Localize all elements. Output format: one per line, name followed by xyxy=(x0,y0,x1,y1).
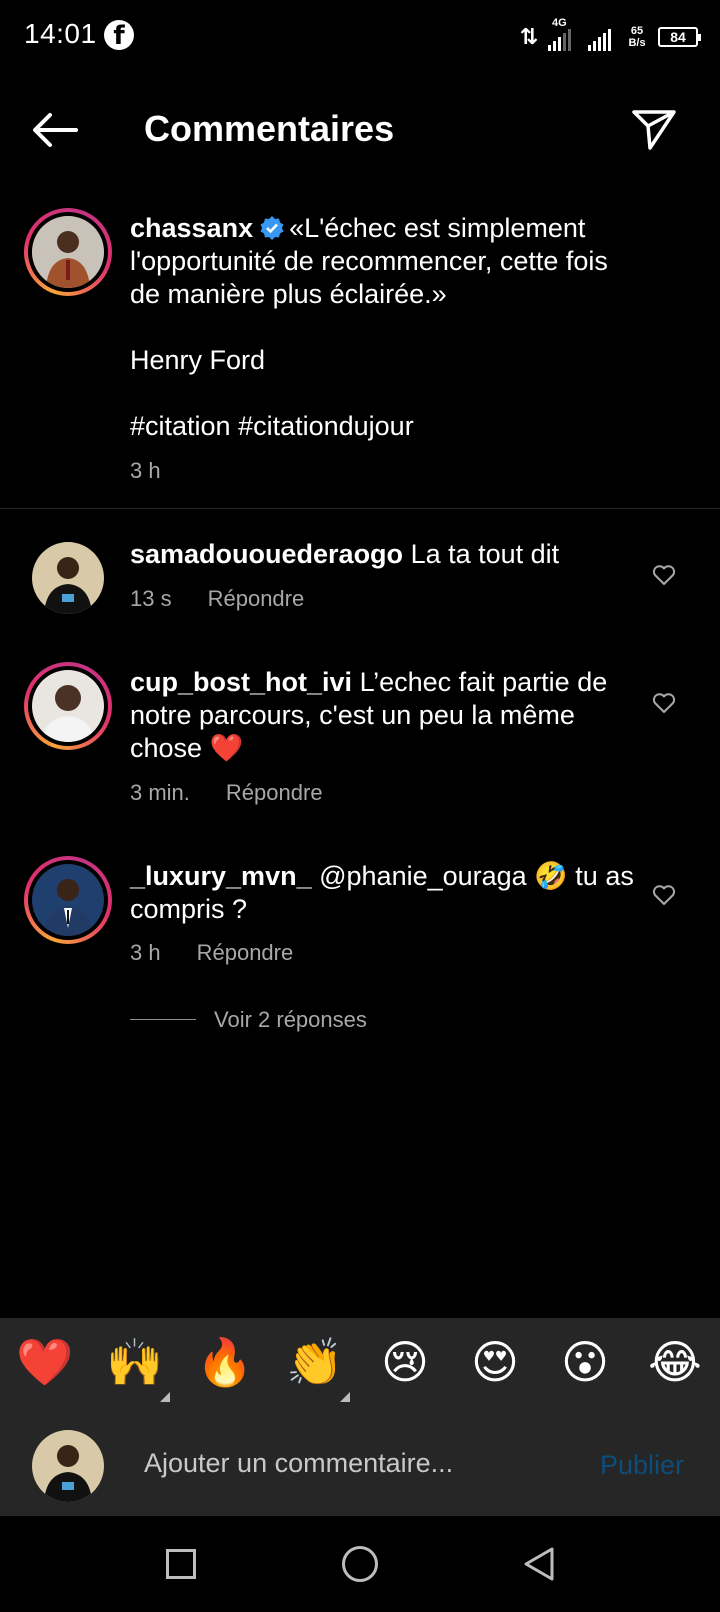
comment-text: La ta tout dit xyxy=(410,539,560,569)
comment-body: samadououederaogo La ta tout dit xyxy=(130,538,559,571)
network-speed-unit: B/s xyxy=(628,37,646,49)
comment-text: @phanie_ouraga 🤣 tu as xyxy=(319,861,634,891)
reply-button[interactable]: Répondre xyxy=(197,940,294,965)
signal-icon xyxy=(588,23,616,51)
clapping-emoji-button[interactable]: 👏 xyxy=(285,1334,345,1390)
comment-time: 3 h xyxy=(130,940,161,965)
comment-time: 3 min. xyxy=(130,780,190,805)
caption-line-2: l'opportunité de recommencer, cette fois xyxy=(130,246,608,276)
network-speed-value: 65 xyxy=(630,25,644,37)
raised-hands-emoji-button[interactable]: 🙌 xyxy=(105,1334,165,1390)
avatar-photo xyxy=(32,864,104,936)
status-bar: 14:01 f ⇅ 4G 65 B/s 84 xyxy=(0,0,720,74)
heart-eyes-emoji-button[interactable]: 😍 xyxy=(465,1334,525,1390)
status-time: 14:01 xyxy=(24,18,97,49)
comment-body: _luxury_mvn_ @phanie_ouraga 🤣 tu as comp… xyxy=(130,860,634,926)
heart-icon[interactable] xyxy=(652,884,676,906)
divider xyxy=(0,508,720,509)
comment-avatar[interactable] xyxy=(24,662,112,750)
caption-author: Henry Ford xyxy=(130,345,266,375)
verified-badge-icon xyxy=(260,216,284,240)
avatar-photo xyxy=(32,1430,104,1502)
avatar-photo xyxy=(32,542,104,614)
back-arrow-icon[interactable] xyxy=(30,110,80,150)
comment-avatar[interactable] xyxy=(24,856,112,944)
facebook-notification-icon: f xyxy=(104,20,134,50)
caption-line-1: «L'échec est simplement xyxy=(289,213,586,243)
view-replies-divider xyxy=(130,1019,196,1020)
post-username[interactable]: chassanx xyxy=(130,213,253,243)
post-author-avatar[interactable] xyxy=(24,208,112,296)
signal-4g-icon: 4G xyxy=(548,17,578,51)
recent-apps-icon[interactable] xyxy=(166,1549,196,1579)
skin-tone-indicator-icon xyxy=(160,1392,170,1402)
reply-button[interactable]: Répondre xyxy=(226,780,323,805)
post-time: 3 h xyxy=(130,458,161,483)
heart-icon[interactable] xyxy=(652,564,676,586)
page-title: Commentaires xyxy=(144,108,395,149)
laughing-emoji-button[interactable]: 😂 xyxy=(645,1334,705,1390)
comment-text-line: chose ❤️ xyxy=(130,733,244,763)
comment-text: L’echec fait partie de xyxy=(359,667,608,697)
data-transfer-icon: ⇅ xyxy=(519,24,538,50)
comment-meta: 3 min. Répondre xyxy=(130,780,323,806)
home-icon[interactable] xyxy=(342,1546,378,1582)
fire-emoji-button[interactable]: 🔥 xyxy=(195,1334,255,1390)
comment-avatar[interactable] xyxy=(32,542,104,614)
network-speed: 65 B/s xyxy=(626,25,648,49)
comment-body: cup_bost_hot_ivi L’echec fait partie de … xyxy=(130,666,607,765)
post-caption: chassanx «L'échec est simplement l'opport… xyxy=(130,212,608,443)
back-triangle-icon[interactable] xyxy=(522,1546,556,1582)
header: Commentaires xyxy=(0,90,720,170)
comment-username[interactable]: _luxury_mvn_ xyxy=(130,861,312,891)
comment-username[interactable]: samadououederaogo xyxy=(130,539,403,569)
comment-meta: 3 h Répondre xyxy=(130,940,293,966)
avatar-photo xyxy=(32,670,104,742)
publish-button[interactable]: Publier xyxy=(600,1450,684,1481)
avatar-photo xyxy=(32,216,104,288)
surprised-emoji-button[interactable]: 😮 xyxy=(555,1334,615,1390)
emoji-quick-bar: ❤️ 🙌 🔥 👏 😢 😍 😮 😂 xyxy=(0,1318,720,1418)
comment-time: 13 s xyxy=(130,586,172,611)
paper-plane-icon[interactable] xyxy=(630,104,678,152)
comment-text-line: compris ? xyxy=(130,894,248,924)
heart-emoji-button[interactable]: ❤️ xyxy=(15,1334,75,1390)
network-type-label: 4G xyxy=(552,17,567,29)
comment-meta: 13 s Répondre xyxy=(130,586,304,612)
comment-username[interactable]: cup_bost_hot_ivi xyxy=(130,667,352,697)
battery-icon: 84 xyxy=(658,27,701,47)
system-navigation-bar xyxy=(0,1516,720,1612)
caption-hashtags[interactable]: #citation #citationdujour xyxy=(130,410,608,443)
status-icons: ⇅ 4G 65 B/s 84 xyxy=(519,17,701,54)
current-user-avatar xyxy=(32,1430,104,1502)
heart-icon[interactable] xyxy=(652,692,676,714)
caption-line-3: de manière plus éclairée.» xyxy=(130,279,447,309)
crying-emoji-button[interactable]: 😢 xyxy=(375,1334,435,1390)
skin-tone-indicator-icon xyxy=(340,1392,350,1402)
comment-input-bar: Ajouter un commentaire... Publier xyxy=(0,1418,720,1516)
comment-input[interactable]: Ajouter un commentaire... xyxy=(144,1448,453,1479)
comment-text-line: notre parcours, c'est un peu la même xyxy=(130,700,575,730)
reply-button[interactable]: Répondre xyxy=(208,586,305,611)
view-replies-button[interactable]: Voir 2 réponses xyxy=(214,1007,367,1033)
